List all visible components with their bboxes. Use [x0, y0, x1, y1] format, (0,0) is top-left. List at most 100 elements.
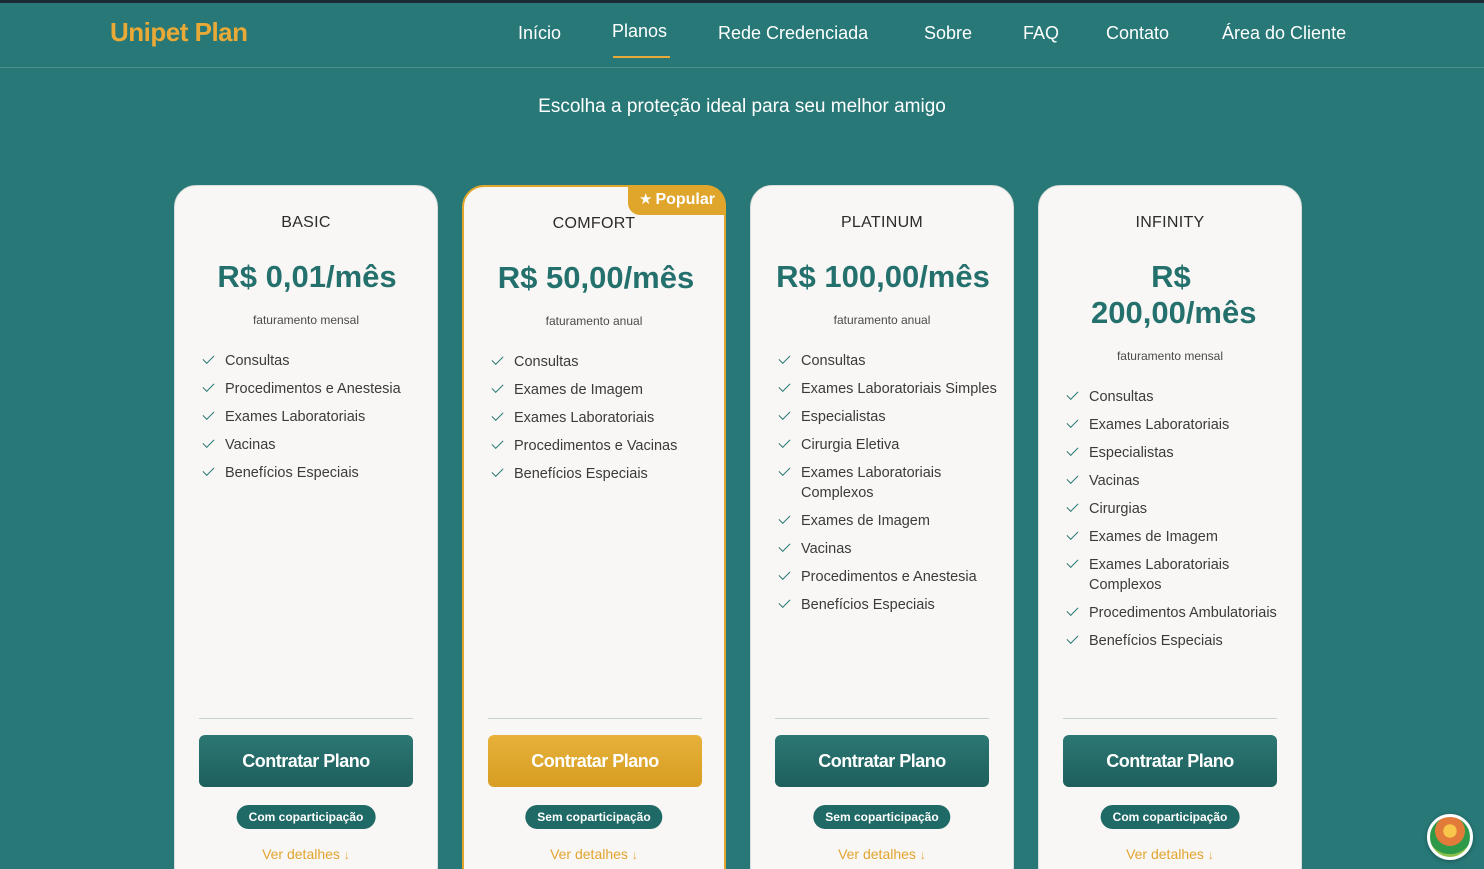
plan-name: COMFORT — [552, 215, 636, 232]
divider — [1063, 718, 1277, 719]
feature-item: Exames Laboratoriais Complexos — [777, 463, 999, 503]
nav-item-rede-credenciada[interactable]: Rede Credenciada — [718, 23, 868, 44]
divider — [199, 718, 413, 719]
plan-card-infinity: INFINITY R$ 200,00/mês faturamento mensa… — [1038, 185, 1302, 869]
contract-plan-button[interactable]: Contratar Plano — [1063, 735, 1277, 787]
feature-item: Exames Laboratoriais — [490, 408, 712, 428]
plan-name: PLATINUM — [840, 214, 924, 231]
check-icon — [778, 351, 791, 365]
contract-plan-button[interactable]: Contratar Plano — [488, 735, 702, 787]
plan-billing: faturamento anual — [833, 313, 931, 327]
divider — [775, 718, 989, 719]
check-icon — [1066, 527, 1079, 541]
feature-item: Benefícios Especiais — [777, 595, 999, 615]
feature-item: Procedimentos e Anestesia — [777, 567, 999, 587]
check-icon — [202, 435, 215, 449]
feature-item: Cirurgia Eletiva — [777, 435, 999, 455]
site-header: Unipet Plan Início Planos Rede Credencia… — [0, 3, 1484, 68]
feature-item: Especialistas — [1065, 443, 1287, 463]
feature-list: Consultas Procedimentos e Anestesia Exam… — [201, 351, 423, 491]
arrow-down-icon: ↓ — [343, 848, 350, 862]
check-icon — [202, 379, 215, 393]
check-icon — [1066, 603, 1079, 617]
contract-plan-button[interactable]: Contratar Plano — [775, 735, 989, 787]
chat-widget-icon[interactable] — [1427, 814, 1473, 860]
check-icon — [491, 464, 504, 478]
feature-item: Procedimentos e Anestesia — [201, 379, 423, 399]
check-icon — [1066, 631, 1079, 645]
plan-price: R$ 0,01/mês — [217, 259, 397, 294]
check-icon — [778, 595, 791, 609]
coparticipation-badge: Sem coparticipação — [525, 805, 663, 829]
feature-list: Consultas Exames Laboratoriais Simples E… — [777, 351, 999, 623]
check-icon — [1066, 387, 1079, 401]
feature-item: Consultas — [490, 352, 712, 372]
arrow-down-icon: ↓ — [1207, 848, 1214, 862]
check-icon — [202, 351, 215, 365]
coparticipation-badge: Com coparticipação — [1100, 805, 1240, 829]
feature-item: Procedimentos e Vacinas — [490, 436, 712, 456]
nav-item-planos[interactable]: Planos — [612, 21, 667, 42]
feature-item: Exames Laboratoriais — [201, 407, 423, 427]
plan-name: INFINITY — [1135, 214, 1205, 231]
popular-badge: ★ Popular — [628, 185, 726, 215]
view-details-link[interactable]: Ver detalhes ↓ — [751, 846, 1013, 862]
plan-name: BASIC — [281, 214, 331, 231]
feature-item: Vacinas — [777, 539, 999, 559]
nav-item-contato[interactable]: Contato — [1106, 23, 1169, 44]
feature-item: Exames Laboratoriais — [1065, 415, 1287, 435]
plan-price: R$ 50,00/mês — [497, 260, 695, 295]
nav-item-area-do-cliente[interactable]: Área do Cliente — [1222, 23, 1346, 44]
coparticipation-badge: Com coparticipação — [236, 805, 376, 829]
feature-item: Especialistas — [777, 407, 999, 427]
plan-card-comfort: ★ Popular COMFORT R$ 50,00/mês faturament… — [462, 185, 726, 869]
feature-item: Benefícios Especiais — [490, 464, 712, 484]
plan-card-platinum: PLATINUM R$ 100,00/mês faturamento anual… — [750, 185, 1014, 869]
nav-item-faq[interactable]: FAQ — [1023, 23, 1059, 44]
feature-item: Cirurgias — [1065, 499, 1287, 519]
feature-item: Exames de Imagem — [490, 380, 712, 400]
coparticipation-badge: Sem coparticipação — [813, 805, 951, 829]
feature-item: Exames de Imagem — [1065, 527, 1287, 547]
arrow-down-icon: ↓ — [631, 848, 638, 862]
arrow-down-icon: ↓ — [919, 848, 926, 862]
check-icon — [778, 567, 791, 581]
page-subtitle: Escolha a proteção ideal para seu melhor… — [538, 96, 946, 117]
feature-item: Procedimentos Ambulatoriais — [1065, 603, 1287, 623]
check-icon — [1066, 499, 1079, 513]
feature-item: Exames Laboratoriais Complexos — [1065, 555, 1287, 595]
star-icon: ★ — [638, 191, 653, 208]
view-details-link[interactable]: Ver detalhes ↓ — [464, 846, 724, 862]
logo[interactable]: Unipet Plan — [110, 17, 248, 48]
feature-item: Exames Laboratoriais Simples — [777, 379, 999, 399]
view-details-link[interactable]: Ver detalhes ↓ — [1039, 846, 1301, 862]
check-icon — [778, 539, 791, 553]
feature-item: Benefícios Especiais — [201, 463, 423, 483]
contract-plan-button[interactable]: Contratar Plano — [199, 735, 413, 787]
plan-billing: faturamento mensal — [252, 313, 360, 327]
nav-item-inicio[interactable]: Início — [518, 23, 561, 44]
check-icon — [202, 407, 215, 421]
check-icon — [778, 379, 791, 393]
feature-item: Consultas — [201, 351, 423, 371]
feature-item: Consultas — [1065, 387, 1287, 407]
check-icon — [1066, 415, 1079, 429]
check-icon — [778, 463, 791, 477]
check-icon — [1066, 471, 1079, 485]
check-icon — [202, 463, 215, 477]
plan-price: R$ 200,00/mês — [1091, 259, 1257, 330]
nav-item-sobre[interactable]: Sobre — [924, 23, 972, 44]
check-icon — [778, 407, 791, 421]
feature-item: Exames de Imagem — [777, 511, 999, 531]
divider — [488, 718, 702, 719]
check-icon — [1066, 443, 1079, 457]
view-details-link[interactable]: Ver detalhes ↓ — [175, 846, 437, 862]
feature-item: Vacinas — [201, 435, 423, 455]
feature-list: Consultas Exames Laboratoriais Especiali… — [1065, 387, 1287, 659]
plan-card-basic: BASIC R$ 0,01/mês faturamento mensal Con… — [174, 185, 438, 869]
plan-price: R$ 100,00/mês — [776, 259, 990, 294]
check-icon — [491, 380, 504, 394]
check-icon — [491, 352, 504, 366]
check-icon — [778, 435, 791, 449]
plan-billing: faturamento anual — [545, 314, 643, 328]
